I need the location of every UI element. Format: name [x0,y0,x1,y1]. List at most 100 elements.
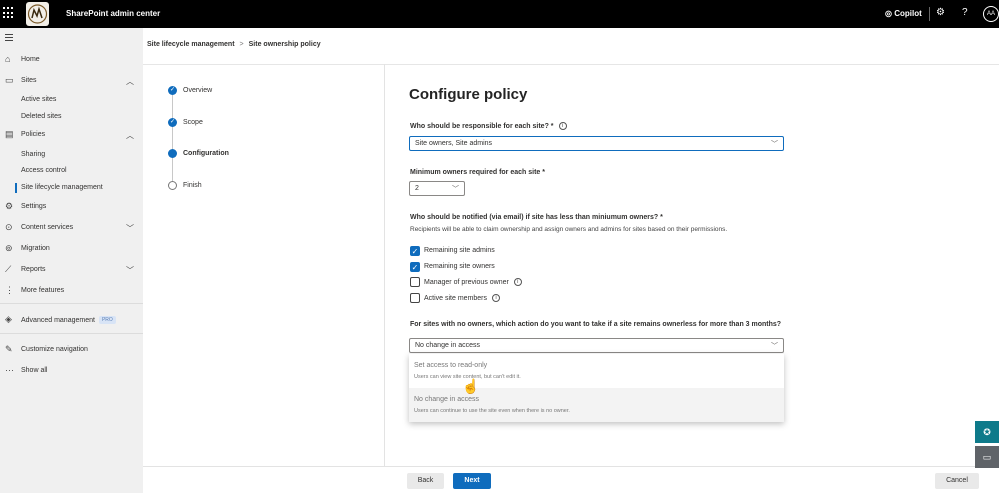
step-pending-circle-icon [168,181,177,190]
help-assistant-icon[interactable]: ✪ [975,421,999,443]
settings-gear-icon[interactable]: ⚙ [936,7,945,18]
step-complete-check-icon: ✓ [168,118,177,127]
hamburger-menu-icon[interactable] [5,34,13,41]
info-icon[interactable]: i [558,122,567,130]
nav-item-settings[interactable]: ⚙ Settings [0,201,143,215]
nav-item-access-control[interactable]: Access control [0,165,143,179]
nav-item-label: Deleted sites [21,113,62,120]
breadcrumb: Site lifecycle management > Site ownership… [147,41,321,48]
checkbox-unchecked-icon[interactable] [410,277,420,287]
hand-pointer-cursor-icon: ☝ [462,378,480,394]
nav-item-label: More features [21,287,65,294]
breadcrumb-separator: > [239,41,244,48]
no-owner-question: For sites with no owners, which action d… [410,321,782,328]
responsible-question-label: Who should be responsible for each site?… [410,122,554,130]
sites-icon: ▭ [5,75,14,85]
step-label: Configuration [183,150,229,157]
left-navigation: ⌂ Home ▭ Sites ︿ Active sites Deleted si… [0,28,143,493]
help-icon[interactable]: ? [962,7,968,18]
step-overview[interactable]: ✓ Overview [168,86,288,98]
checkbox-manager-of-previous-owner[interactable]: Manager of previous owner i [410,277,610,288]
reports-icon: ⟋ [5,264,12,274]
policies-icon: ▤ [5,129,14,139]
checkbox-label: Active site members [424,294,488,302]
ellipsis-icon: ··· [5,365,14,375]
breadcrumb-current: Site ownership policy [248,41,321,48]
wizard-divider [384,64,385,466]
app-launcher-icon[interactable] [3,7,15,19]
no-owner-action-dropdown[interactable]: No change in access ﹀ [409,338,784,353]
nav-item-active-sites[interactable]: Active sites [0,94,143,108]
min-owners-dropdown[interactable]: 2 ﹀ [409,181,465,196]
step-scope[interactable]: ✓ Scope [168,118,288,130]
copilot-button[interactable]: ◎ Copilot [885,9,922,18]
info-icon[interactable]: i [492,294,501,302]
nav-item-policies[interactable]: ▤ Policies ︿ [0,129,143,143]
info-icon[interactable]: i [513,278,522,286]
checkbox-remaining-site-admins[interactable]: ✓ Remaining site admins [410,246,610,257]
breadcrumb-parent-link[interactable]: Site lifecycle management [147,41,235,48]
nav-item-label: Customize navigation [21,346,88,353]
home-icon: ⌂ [5,54,11,64]
responsible-dropdown[interactable]: Site owners, Site admins ﹀ [409,136,784,151]
nav-item-label: Sites [21,77,37,84]
step-label: Scope [183,119,203,126]
checkbox-remaining-site-owners[interactable]: ✓ Remaining site owners [410,262,610,273]
chevron-up-icon: ︿ [126,77,134,86]
top-bar: SharePoint admin center ◎ Copilot ⚙ ? AA [0,0,999,28]
nav-item-label: Advanced management [21,316,95,324]
nav-item-label: Home [21,56,40,63]
next-button[interactable]: Next [453,473,491,489]
feedback-chat-icon[interactable]: ▭ [975,446,999,468]
checkbox-unchecked-icon[interactable] [410,293,420,303]
chevron-up-icon: ︿ [126,131,134,140]
nav-item-label-wrap: Advanced management PRO [21,316,116,324]
checkbox-label-wrap: Active site members i [424,294,501,302]
min-owners-dropdown-value: 2 [415,185,419,192]
step-complete-check-icon: ✓ [168,86,177,95]
option-description: Users can continue to use the site even … [414,408,570,414]
chevron-down-icon: ﹀ [771,343,778,350]
stepper-line [172,95,173,181]
checkbox-checked-icon[interactable]: ✓ [410,246,420,256]
checkbox-active-site-members[interactable]: Active site members i [410,293,610,304]
nav-divider [0,333,143,334]
nav-item-deleted-sites[interactable]: Deleted sites [0,111,143,125]
checkbox-checked-icon[interactable]: ✓ [410,262,420,272]
gear-icon: ⚙ [5,201,14,211]
more-features-icon: ⋮ [5,285,14,295]
option-title: No change in access [414,396,479,403]
checkbox-label: Manager of previous owner [424,278,509,286]
step-current-dot-icon [168,149,177,158]
nav-item-advanced-management[interactable]: ◈ Advanced management PRO [0,314,143,328]
nav-divider [0,303,143,304]
checkbox-label: Remaining site owners [424,263,495,270]
nav-item-home[interactable]: ⌂ Home [0,54,143,68]
notify-question: Who should be notified (via email) if si… [410,214,663,221]
app-title[interactable]: SharePoint admin center [66,9,160,18]
nav-item-site-lifecycle-management[interactable]: Site lifecycle management [0,182,143,196]
nav-item-customize-navigation[interactable]: ✎ Customize navigation [0,344,143,358]
nav-item-label: Migration [21,245,50,252]
nav-item-label: Reports [21,266,46,273]
step-finish[interactable]: Finish [168,181,288,193]
back-button[interactable]: Back [407,473,444,489]
nav-item-reports[interactable]: ⟋ Reports ﹀ [0,264,143,278]
chevron-down-icon: ﹀ [452,186,459,193]
checkbox-label: Remaining site admins [424,247,495,254]
nav-item-label: Active sites [21,96,57,103]
nav-item-sites[interactable]: ▭ Sites ︿ [0,75,143,89]
step-configuration[interactable]: Configuration [168,149,288,161]
nav-item-content-services[interactable]: ⊙ Content services ﹀ [0,222,143,236]
nav-item-migration[interactable]: ⊚ Migration [0,243,143,257]
migration-icon: ⊚ [5,243,13,253]
cancel-button[interactable]: Cancel [935,473,979,489]
step-label: Overview [183,87,213,94]
user-avatar[interactable]: AA [983,6,999,22]
responsible-dropdown-value: Site owners, Site admins [415,140,493,147]
nav-item-show-all[interactable]: ··· Show all [0,365,143,379]
chevron-down-icon: ﹀ [126,224,134,233]
no-owner-action-dropdown-value: No change in access [415,342,480,349]
nav-item-sharing[interactable]: Sharing [0,149,143,163]
nav-item-more-features[interactable]: ⋮ More features [0,285,143,299]
